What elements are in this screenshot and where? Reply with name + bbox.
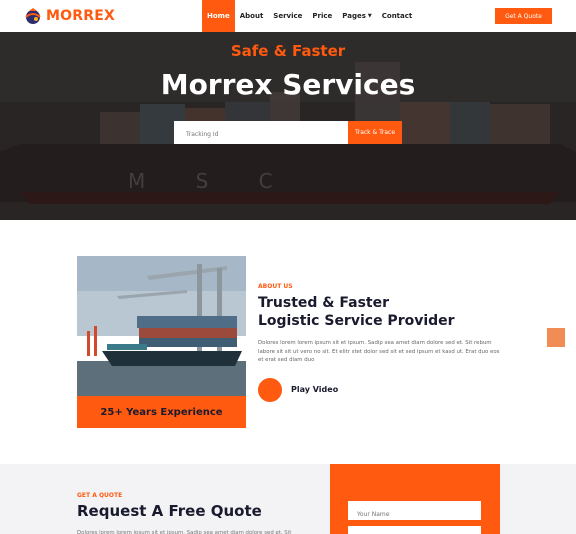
menu-label: Pages [342,12,366,20]
your-name-input[interactable] [348,505,481,524]
menu-item-price[interactable]: Price [307,0,337,32]
back-to-top-button[interactable] [547,328,565,347]
hero-subtitle: Safe & Faster [230,42,346,60]
menu-label: Service [273,12,303,20]
caret-down-icon: ▼ [367,13,372,19]
menu-label: Price [312,12,333,20]
menu-item-home[interactable]: Home [202,0,235,32]
brand-logo[interactable]: MORREX [24,7,115,25]
globe-logo-icon [24,7,42,25]
tracking-id-input[interactable] [174,123,348,146]
menu-item-service[interactable]: Service [268,0,307,32]
main-menu: Home About Service Price Pages ▼ Contact [202,0,417,32]
email-field[interactable] [348,526,481,534]
quote-description: Dolores lorem lorem ipsum sit et ipsum. … [77,530,292,534]
experience-badge: 25+ Years Experience [77,396,246,428]
navbar: MORREX Home About Service Price Pages ▼ C… [0,0,576,32]
menu-item-pages[interactable]: Pages ▼ [337,0,376,32]
menu-item-contact[interactable]: Contact [377,0,418,32]
about-description: Dolores lorem lorem ipsum sit et ipsum. … [258,340,500,364]
quote-title: Request A Free Quote [77,502,262,520]
menu-item-about[interactable]: About [235,0,269,32]
logo-text: MORREX [46,8,115,24]
port-cranes-image [77,256,246,396]
about-label: ABOUT US [258,283,293,290]
get-quote-button[interactable]: Get A Quote [495,8,552,24]
about-title-line2: Logistic Service Provider [258,313,455,329]
track-trace-button[interactable]: Track & Trace [348,121,402,144]
play-video-icon[interactable] [258,378,282,402]
menu-label: Contact [381,12,413,20]
about-title-line1: Trusted & Faster [258,295,389,311]
tracking-field[interactable] [174,121,348,146]
name-field[interactable] [348,501,481,524]
about-title: Trusted & Faster Logistic Service Provid… [258,294,518,330]
menu-label: Home [207,12,230,20]
menu-label: About [239,12,264,20]
hero-title: Morrex Services [160,68,416,101]
quote-label: GET A QUOTE [77,492,123,499]
play-video-label[interactable]: Play Video [291,385,338,394]
